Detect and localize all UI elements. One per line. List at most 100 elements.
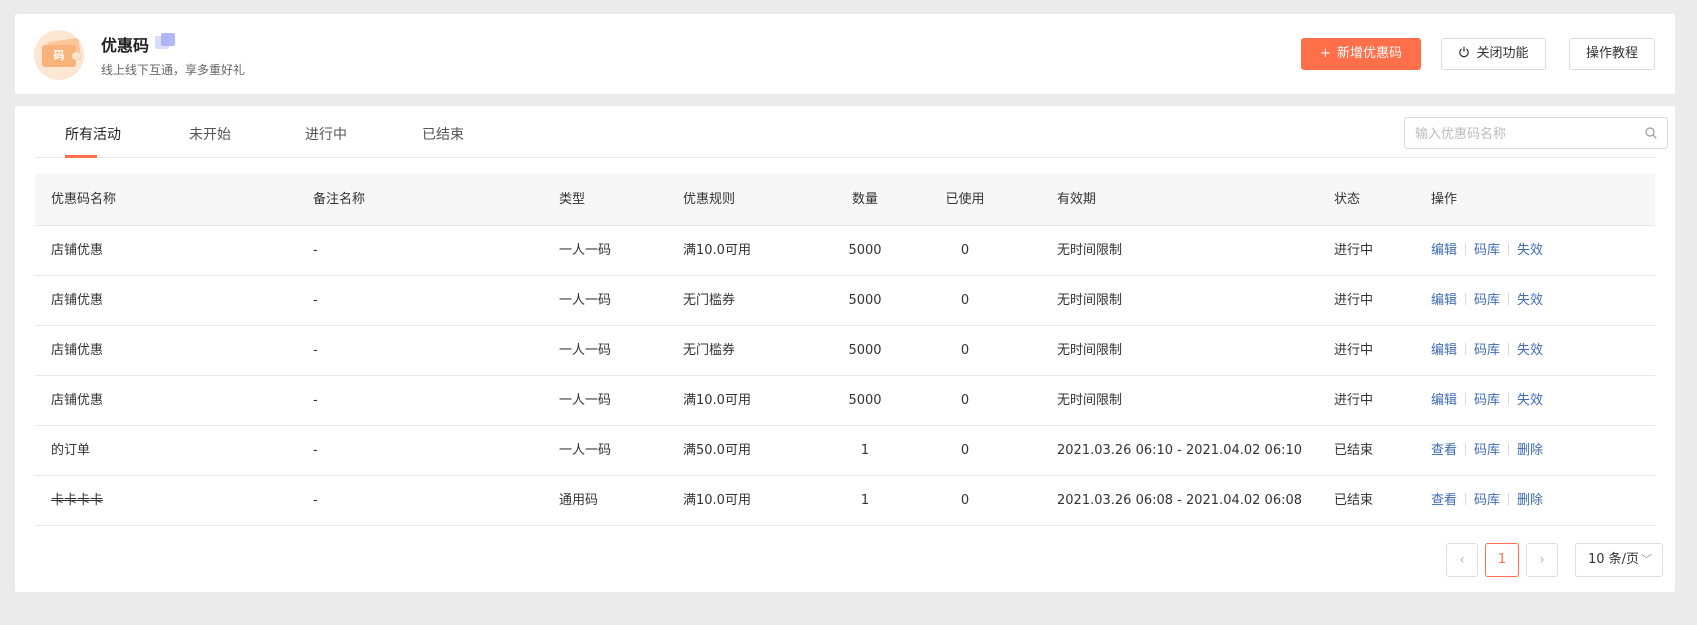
table-row: 的订单 - 一人一码 满50.0可用 1 0 2021.03.26 06:10 … [35, 426, 1655, 476]
cell-status: 进行中 [1334, 393, 1374, 408]
cell-validity: 无时间限制 [1057, 243, 1123, 258]
cell-rule: 满50.0可用 [683, 443, 751, 458]
cell-name: 卡卡卡卡 [51, 493, 104, 508]
cell-status: 进行中 [1334, 343, 1374, 358]
col-header-status: 状态 [1334, 192, 1361, 207]
edit-link[interactable]: 编辑 [1431, 343, 1457, 358]
cell-status: 已结束 [1334, 443, 1374, 458]
cell-remark: - [313, 393, 318, 408]
invalidate-link[interactable]: 失效 [1517, 293, 1543, 308]
table-row: 卡卡卡卡 - 通用码 满10.0可用 1 0 2021.03.26 06:08 … [35, 476, 1655, 526]
page-size-select[interactable]: 10 条/页 ﹀ [1575, 543, 1663, 577]
code-library-link[interactable]: 码库 [1474, 243, 1500, 258]
cell-type: 一人一码 [559, 443, 612, 458]
chevron-left-icon[interactable]: ‹ [1446, 543, 1478, 577]
tab-in-progress[interactable]: 进行中 [305, 124, 347, 144]
coupon-ticket-icon: 码 [34, 30, 84, 80]
cell-used: 0 [960, 293, 970, 308]
cell-quantity: 5000 [848, 243, 882, 258]
code-library-link[interactable]: 码库 [1474, 393, 1500, 408]
search-box[interactable] [1404, 117, 1668, 149]
logo-glyph: 码 [53, 49, 65, 62]
power-icon [1458, 39, 1470, 69]
code-library-link[interactable]: 码库 [1474, 343, 1500, 358]
tab-ended[interactable]: 已结束 [422, 124, 464, 144]
code-library-link[interactable]: 码库 [1474, 293, 1500, 308]
add-coupon-label: 新增优惠码 [1336, 46, 1402, 61]
cell-actions: 编辑 码库 失效 [1431, 326, 1543, 375]
search-input[interactable] [1415, 124, 1635, 144]
cell-used: 0 [960, 243, 970, 258]
header-card: 码 优惠码 线上线下互通，享多重好礼 + 新增优惠码 关闭功能 操作教程 [15, 14, 1675, 94]
cell-rule: 无门槛券 [683, 343, 736, 358]
chevron-down-icon: ﹀ [1641, 553, 1652, 566]
cell-actions: 编辑 码库 失效 [1431, 376, 1543, 425]
cell-type: 一人一码 [559, 293, 612, 308]
active-tab-indicator [65, 155, 97, 158]
cell-rule: 满10.0可用 [683, 493, 751, 508]
chevron-right-icon[interactable]: › [1526, 543, 1558, 577]
cell-status: 已结束 [1334, 493, 1374, 508]
col-header-validity: 有效期 [1057, 192, 1097, 207]
search-icon[interactable] [1645, 127, 1657, 139]
tutorial-button[interactable]: 操作教程 [1569, 38, 1655, 70]
tab-all[interactable]: 所有活动 [65, 124, 121, 144]
invalidate-link[interactable]: 失效 [1517, 243, 1543, 258]
close-feature-label: 关闭功能 [1476, 46, 1529, 61]
cell-validity: 无时间限制 [1057, 393, 1123, 408]
table-row: 店铺优惠 - 一人一码 满10.0可用 5000 0 无时间限制 进行中 编辑 码… [35, 376, 1655, 426]
cell-validity: 2021.03.26 06:08 - 2021.04.02 06:08 [1057, 493, 1303, 508]
page-subtitle: 线上线下互通，享多重好礼 [101, 63, 246, 77]
code-library-link[interactable]: 码库 [1474, 443, 1500, 458]
cell-used: 0 [960, 343, 970, 358]
cell-remark: - [313, 443, 318, 458]
cell-quantity: 5000 [848, 393, 882, 408]
cell-name: 店铺优惠 [51, 343, 104, 358]
pagination: ‹ 1 › 10 条/页 ﹀ [15, 543, 1675, 577]
invalidate-link[interactable]: 失效 [1517, 393, 1543, 408]
page-button-current[interactable]: 1 [1485, 543, 1519, 577]
cell-type: 一人一码 [559, 243, 612, 258]
main-card: 所有活动 未开始 进行中 已结束 优惠码名称 备注名称 类型 优惠规则 数量 已… [15, 106, 1675, 592]
cell-type: 一人一码 [559, 343, 612, 358]
table-row: 店铺优惠 - 一人一码 满10.0可用 5000 0 无时间限制 进行中 编辑 码… [35, 226, 1655, 276]
cell-type: 一人一码 [559, 393, 612, 408]
cell-validity: 无时间限制 [1057, 343, 1123, 358]
view-link[interactable]: 查看 [1431, 443, 1457, 458]
coupon-table: 优惠码名称 备注名称 类型 优惠规则 数量 已使用 有效期 状态 操作 店铺优惠… [35, 174, 1655, 526]
cell-remark: - [313, 293, 318, 308]
cell-validity: 无时间限制 [1057, 293, 1123, 308]
code-library-link[interactable]: 码库 [1474, 493, 1500, 508]
edit-link[interactable]: 编辑 [1431, 243, 1457, 258]
delete-link[interactable]: 删除 [1517, 443, 1543, 458]
col-header-used: 已使用 [945, 192, 985, 207]
cell-remark: - [313, 243, 318, 258]
cell-rule: 满10.0可用 [683, 243, 751, 258]
delete-link[interactable]: 删除 [1517, 493, 1543, 508]
tab-not-started[interactable]: 未开始 [189, 124, 231, 144]
cell-rule: 满10.0可用 [683, 393, 751, 408]
cell-name: 店铺优惠 [51, 393, 104, 408]
col-header-actions: 操作 [1431, 192, 1458, 207]
title-badge-icon [155, 33, 177, 51]
col-header-rule: 优惠规则 [683, 192, 736, 207]
edit-link[interactable]: 编辑 [1431, 393, 1457, 408]
add-coupon-button[interactable]: + 新增优惠码 [1301, 38, 1421, 70]
plus-icon: + [1320, 46, 1331, 61]
cell-used: 0 [960, 493, 970, 508]
cell-name: 店铺优惠 [51, 243, 104, 258]
page-title: 优惠码 [101, 36, 150, 55]
view-link[interactable]: 查看 [1431, 493, 1457, 508]
cell-quantity: 1 [860, 443, 870, 458]
cell-actions: 查看 码库 删除 [1431, 476, 1543, 525]
table-header: 优惠码名称 备注名称 类型 优惠规则 数量 已使用 有效期 状态 操作 [35, 174, 1655, 226]
col-header-type: 类型 [559, 192, 586, 207]
cell-quantity: 5000 [848, 293, 882, 308]
edit-link[interactable]: 编辑 [1431, 293, 1457, 308]
cell-quantity: 5000 [848, 343, 882, 358]
invalidate-link[interactable]: 失效 [1517, 343, 1543, 358]
close-feature-button[interactable]: 关闭功能 [1441, 38, 1546, 70]
cell-name: 店铺优惠 [51, 293, 104, 308]
table-row: 店铺优惠 - 一人一码 无门槛券 5000 0 无时间限制 进行中 编辑 码库 失效 [35, 326, 1655, 376]
cell-quantity: 1 [860, 493, 870, 508]
